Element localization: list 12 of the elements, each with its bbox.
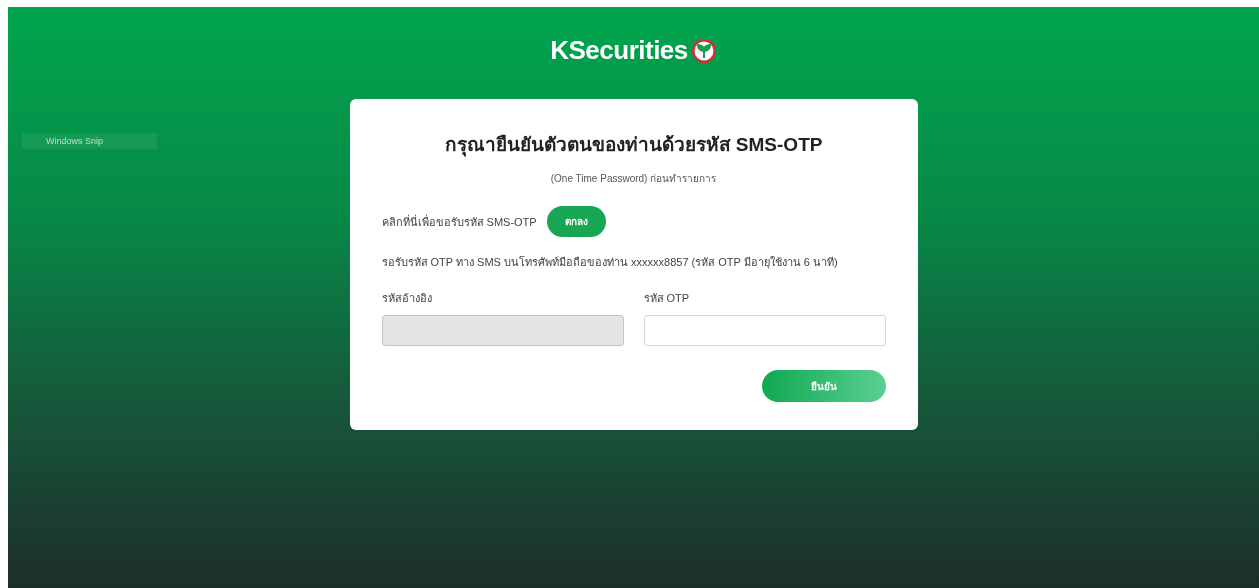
card-title: กรุณายืนยันตัวตนของท่านด้วยรหัส SMS-OTP (443, 133, 824, 159)
request-otp-button[interactable]: ตกลง (546, 206, 606, 237)
snip-label: Windows Snip (22, 133, 157, 149)
request-label: คลิกที่นี่เพื่อขอรับรหัส SMS-OTP (381, 213, 537, 230)
confirm-button[interactable]: ยืนยัน (761, 370, 886, 402)
brand-logo: KSecurities (550, 35, 688, 66)
card-subtitle: (One Time Password) ก่อนทำรายการ (549, 172, 718, 186)
field-label: รหัสอ้างอิง (381, 291, 433, 306)
otp-info-text: รอรับรหัส OTP ทาง SMS บนโทรศัพท์มือถือของท่าน xxxxxx8857 (รหัส OTP มีอายุใช้งาน 6 นาที) (381, 255, 839, 271)
otp-field[interactable] (643, 315, 886, 346)
field-label: รหัส OTP (643, 291, 691, 306)
sprout-logo-icon (690, 37, 717, 64)
